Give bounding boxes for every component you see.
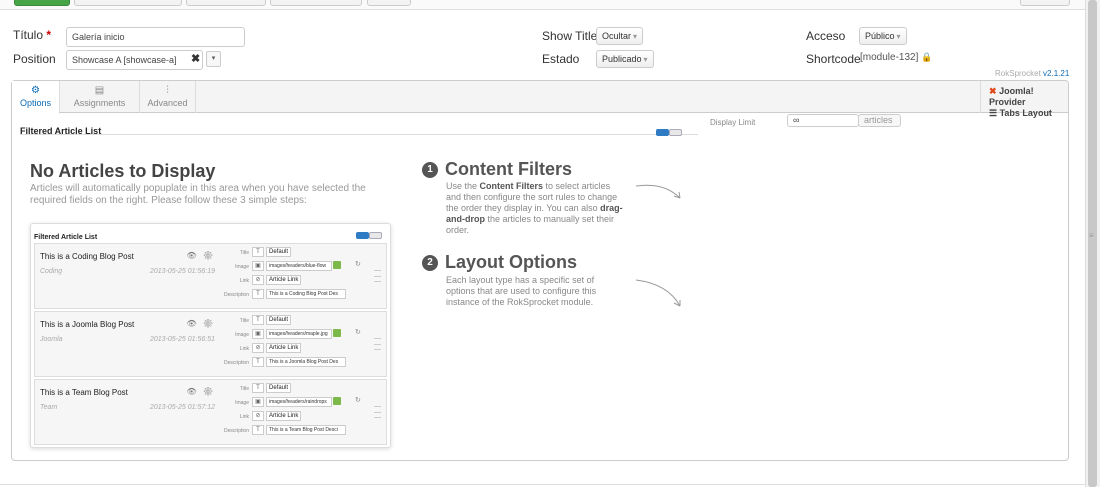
step-1-number: 1 [422, 162, 438, 178]
display-limit-unit: articles [858, 114, 901, 127]
tab-strip: ⚙ Options ▤ Assignments ⫶ Advanced ✖ Joo… [12, 81, 1068, 118]
joomla-icon: ✖ [989, 86, 997, 96]
acceso-label: Acceso [806, 29, 846, 43]
show-title-select[interactable]: Ocultar ▾ [596, 27, 644, 45]
drag-handle-icon [374, 338, 381, 350]
toolbar-button[interactable] [270, 0, 362, 6]
step-1-title: Content Filters [445, 159, 573, 179]
link-icon: ⊘ [252, 343, 264, 353]
chevron-down-icon: ▾ [643, 55, 648, 64]
text-icon: T [252, 425, 264, 435]
list-view-icon[interactable] [656, 129, 669, 136]
section-title: Filtered Article List [20, 126, 102, 136]
card-date: 2013-05-25 01:56:19 [150, 268, 215, 275]
article-list-header: Filtered Article List [20, 123, 698, 136]
view-toggle[interactable] [656, 125, 682, 139]
clear-position-icon[interactable]: ✖ [191, 52, 200, 65]
scrollbar-thumb[interactable] [1088, 0, 1097, 487]
position-select[interactable]: Showcase A [showcase-a] [66, 50, 203, 70]
toolbar-button[interactable] [1020, 0, 1070, 6]
position-dropdown-button[interactable]: ▾ [206, 51, 221, 67]
image-icon: ▣ [252, 261, 264, 271]
text-icon: T [252, 357, 264, 367]
card-date: 2013-05-25 01:57:12 [150, 404, 215, 411]
resize-handle-icon[interactable]: ≡ [1089, 231, 1094, 240]
shortcode-value: [module-132] 🔒 [860, 52, 933, 63]
card-date: 2013-05-25 01:56:51 [150, 336, 215, 343]
display-limit-input[interactable]: ∞ [787, 114, 859, 127]
display-limit-label: Display Limit [710, 118, 756, 127]
text-icon: T [252, 315, 264, 325]
tab-advanced[interactable]: ⫶ Advanced [140, 81, 196, 113]
card-category: Team [40, 404, 58, 411]
step-2-arrow-icon [635, 279, 681, 307]
text-icon: T [252, 247, 264, 257]
toolbar [0, 0, 1085, 10]
card-category: Joomla [40, 336, 63, 343]
text-icon: T [252, 289, 264, 299]
titulo-label: Título * [13, 28, 52, 42]
card-title: This is a Joomla Blog Post [40, 320, 135, 329]
step-2-number: 2 [422, 255, 438, 271]
tab-options[interactable]: ⚙ Options [12, 81, 60, 114]
card-title: This is a Coding Blog Post [40, 252, 134, 261]
scrollbar[interactable] [1085, 0, 1100, 487]
footer-divider [0, 484, 1085, 485]
drag-handle-icon [374, 406, 381, 418]
estado-select[interactable]: Publicado ▾ [596, 50, 654, 68]
sliders-icon: ⫶ [166, 85, 169, 96]
show-title-label: Show Title [542, 29, 598, 43]
refresh-icon: ↻ [355, 397, 361, 404]
list-icon: ▤ [94, 85, 105, 96]
drag-handle-icon [374, 270, 381, 282]
empty-text: Articles will automatically popuplate in… [30, 183, 366, 206]
thumbnail-icon [333, 329, 341, 337]
position-label: Position [13, 52, 56, 66]
preview-card: This is a Coding Blog Post 👁 ⚙ Coding 20… [34, 243, 387, 309]
chevron-down-icon: ▾ [896, 32, 901, 41]
card-title: This is a Team Blog Post [40, 388, 128, 397]
chevron-down-icon: ▾ [633, 32, 638, 41]
tabs-layout-icon: ☰ [989, 108, 998, 118]
gear-icon: ⚙ [31, 85, 40, 96]
refresh-icon: ↻ [355, 329, 361, 336]
empty-title: No Articles to Display [30, 161, 216, 181]
toolbar-button[interactable] [367, 0, 411, 6]
refresh-icon: ↻ [355, 261, 361, 268]
titulo-input[interactable]: Galería inicio [66, 27, 245, 47]
save-close-button[interactable] [14, 0, 70, 6]
step-2-title: Layout Options [445, 252, 577, 272]
preview-header: Filtered Article List [34, 228, 387, 241]
thumbnail-icon [333, 397, 341, 405]
preview-card: This is a Joomla Blog Post 👁 ⚙ Joomla 20… [34, 311, 387, 377]
text-icon: T [252, 383, 264, 393]
grid-view-icon[interactable] [669, 129, 682, 136]
link-icon: ⊘ [252, 411, 264, 421]
thumbnail-icon [333, 261, 341, 269]
lock-icon: 🔒 [921, 52, 933, 62]
tab-assignments[interactable]: ▤ Assignments [60, 81, 140, 113]
step-2-text: Each layout type has a specific set of o… [446, 275, 597, 307]
preview-card: This is a Team Blog Post 👁 ⚙ Team 2013-0… [34, 379, 387, 445]
step-1-arrow-icon [635, 184, 681, 199]
step-1-text: Use the Content Filters to select articl… [446, 181, 623, 235]
preview-illustration: Filtered Article List This is a Coding B… [30, 223, 391, 448]
card-category: Coding [40, 268, 63, 275]
version-text: RokSprocket v2.1.21 [995, 69, 1070, 78]
provider-info: ✖ Joomla! Provider ☰ Tabs Layout [980, 81, 1068, 118]
link-icon: ⊘ [252, 275, 264, 285]
toolbar-button[interactable] [186, 0, 266, 6]
toolbar-button[interactable] [74, 0, 182, 6]
preview-view-toggle [356, 228, 382, 242]
image-icon: ▣ [252, 329, 264, 339]
acceso-select[interactable]: Público ▾ [859, 27, 907, 45]
image-icon: ▣ [252, 397, 264, 407]
preview-title: Filtered Article List [34, 234, 98, 241]
shortcode-label: Shortcode [806, 52, 861, 66]
estado-label: Estado [542, 52, 580, 66]
